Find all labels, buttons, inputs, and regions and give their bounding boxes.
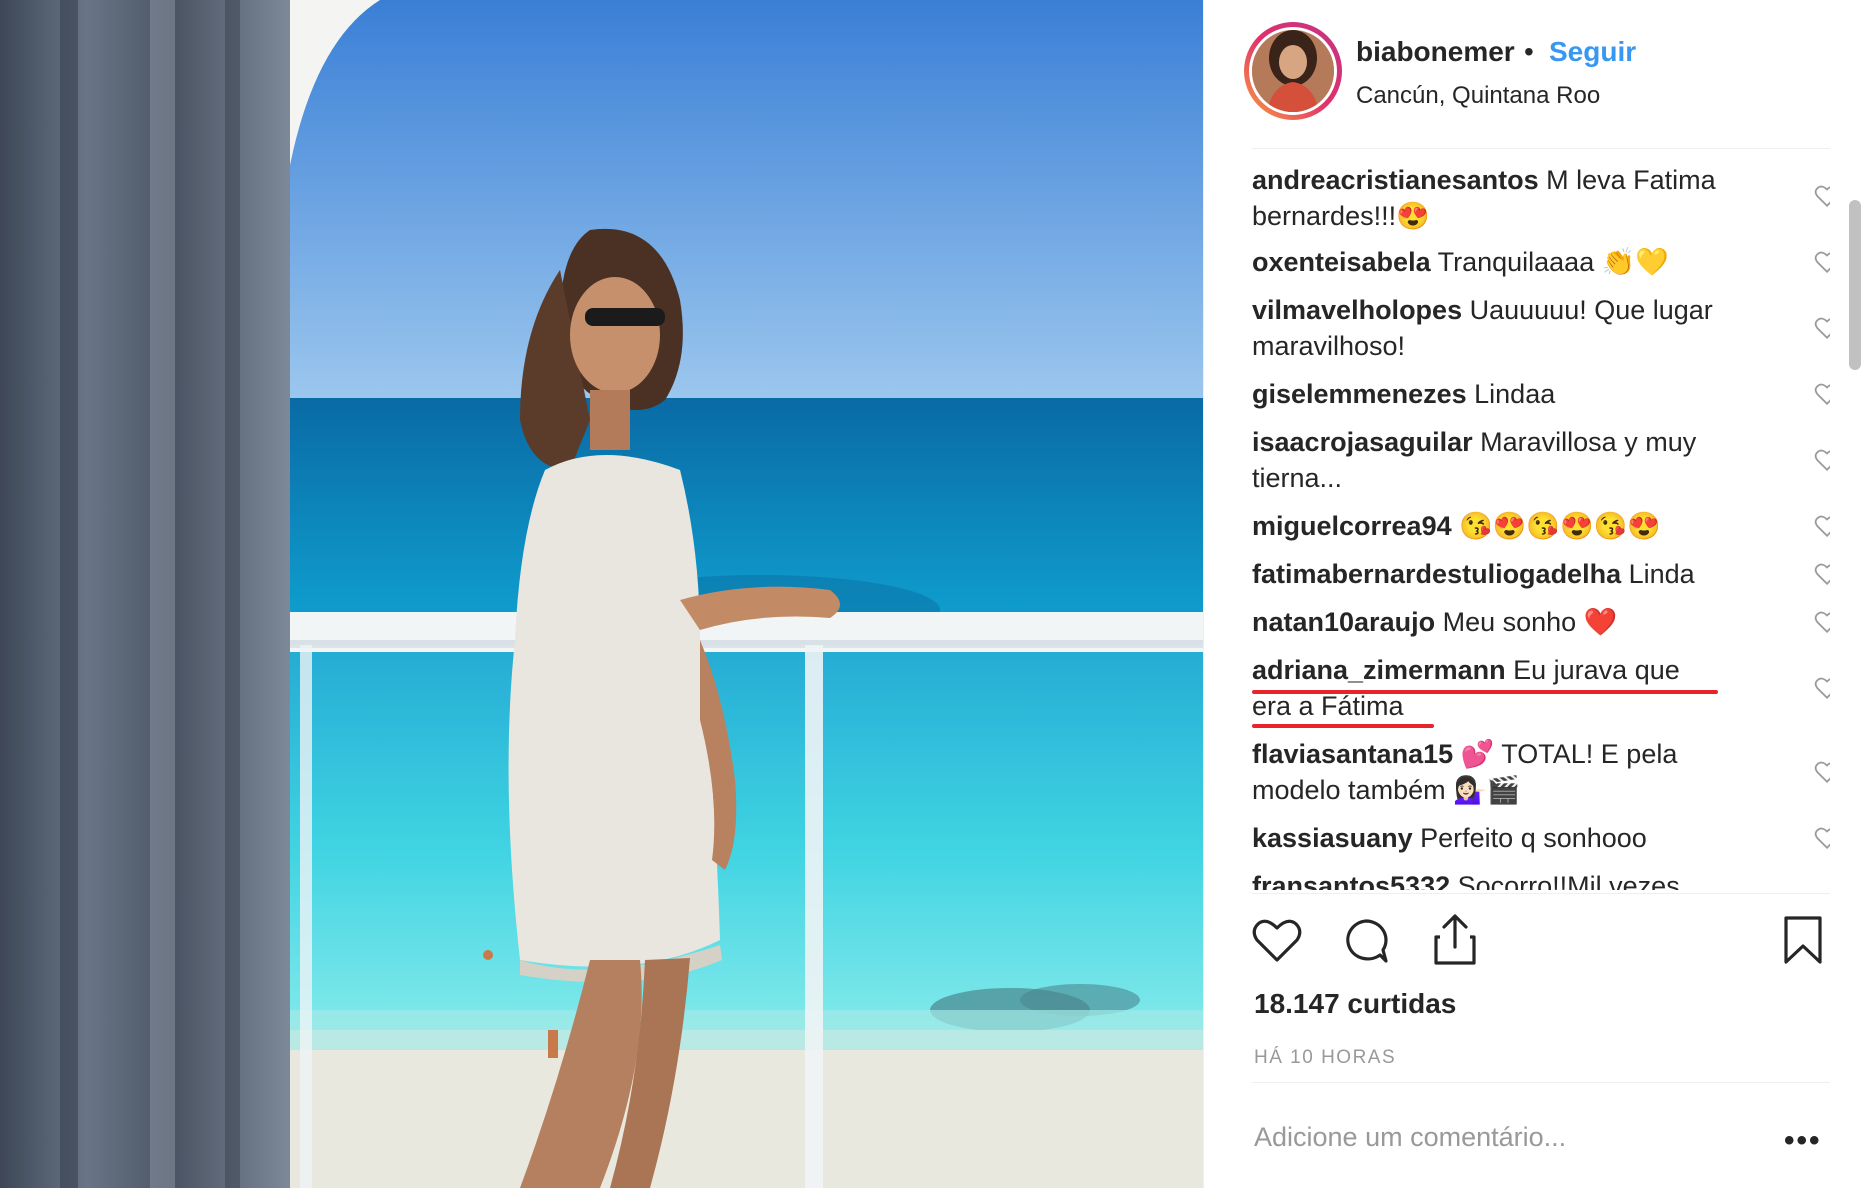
comment-username[interactable]: miguelcorrea94 xyxy=(1252,511,1452,541)
comment-text: Tranquilaaaa 👏💛 xyxy=(1437,247,1669,277)
comment-item: oxenteisabela Tranquilaaaa 👏💛 xyxy=(1252,244,1767,280)
comment-text: Meu sonho ❤️ xyxy=(1442,607,1618,637)
comment-input[interactable]: Adicione um comentário... xyxy=(1254,1122,1566,1153)
comment-text-continued: modelo também 💁🏻‍♀️🎬 xyxy=(1252,775,1521,805)
username-link[interactable]: biabonemer xyxy=(1356,36,1515,68)
comment-text: Socorro!!Mil vezes xyxy=(1457,871,1680,890)
comment-username[interactable]: adriana_zimermann xyxy=(1252,655,1506,685)
comment-text-continued: era a Fátima xyxy=(1252,691,1404,721)
comment-item-highlighted: adriana_zimermann Eu jurava que era a Fá… xyxy=(1252,652,1767,724)
comment-item: isaacrojasaguilar Maravillosa y muy tier… xyxy=(1252,424,1767,496)
beach-balcony-image xyxy=(0,0,1203,1188)
comment-username[interactable]: fatimabernardestuliogadelha xyxy=(1252,559,1621,589)
heart-icon[interactable] xyxy=(1814,562,1830,586)
comment-item: natan10araujo Meu sonho ❤️ xyxy=(1252,604,1767,640)
heart-icon[interactable] xyxy=(1814,826,1830,850)
heart-icon[interactable] xyxy=(1814,382,1830,406)
comment-item: vilmavelholopes Uauuuuu! Que lugar marav… xyxy=(1252,292,1767,364)
comment-username[interactable]: oxenteisabela xyxy=(1252,247,1431,277)
red-underline xyxy=(1252,690,1718,694)
likes-count[interactable]: 18.147 curtidas xyxy=(1254,988,1456,1020)
comment-text-continued: bernardes!!!😍 xyxy=(1252,201,1430,231)
comment-username[interactable]: vilmavelholopes xyxy=(1252,295,1462,325)
more-options-button[interactable]: ••• xyxy=(1784,1124,1822,1158)
action-bar xyxy=(1204,905,1876,975)
comment-text-continued: tierna... xyxy=(1252,463,1343,493)
comment-item: giselemmenezes Lindaa xyxy=(1252,376,1767,412)
post-photo[interactable] xyxy=(0,0,1203,1188)
header-divider xyxy=(1252,148,1830,149)
comment-text: Linda xyxy=(1628,559,1695,589)
red-underline xyxy=(1252,724,1434,728)
heart-icon[interactable] xyxy=(1814,760,1830,784)
comment-text: Maravillosa y muy xyxy=(1480,427,1697,457)
comment-icon[interactable] xyxy=(1342,917,1390,965)
comment-text: Eu jurava que xyxy=(1513,655,1680,685)
comment-divider xyxy=(1252,1082,1830,1083)
heart-icon[interactable] xyxy=(1814,448,1830,472)
comments-list[interactable]: andreacristianesantos M leva Fatima bern… xyxy=(1252,150,1830,890)
comment-text: M leva Fatima xyxy=(1546,165,1716,195)
heart-icon[interactable] xyxy=(1814,316,1830,340)
heart-icon[interactable] xyxy=(1814,184,1830,208)
heart-icon[interactable] xyxy=(1814,514,1830,538)
post-timestamp: HÁ 10 HORAS xyxy=(1254,1047,1397,1068)
heart-icon[interactable] xyxy=(1814,610,1830,634)
comment-text: Lindaa xyxy=(1474,379,1556,409)
comment-text-continued: maravilhoso! xyxy=(1252,331,1406,361)
avatar[interactable] xyxy=(1244,22,1342,120)
comment-username[interactable]: flaviasantana15 xyxy=(1252,739,1453,769)
comment-text: Uauuuuu! Que lugar xyxy=(1469,295,1713,325)
comment-username[interactable]: fransantos5332 xyxy=(1252,871,1450,890)
comment-username[interactable]: natan10araujo xyxy=(1252,607,1435,637)
comment-item: andreacristianesantos M leva Fatima bern… xyxy=(1252,162,1767,234)
comment-username[interactable]: andreacristianesantos xyxy=(1252,165,1539,195)
share-icon[interactable] xyxy=(1432,913,1478,967)
comment-text: 💕 TOTAL! E pela xyxy=(1460,739,1678,769)
comments-scrollbar[interactable] xyxy=(1849,200,1861,370)
avatar-photo xyxy=(1252,30,1334,112)
follow-button[interactable]: Seguir xyxy=(1549,36,1636,68)
heart-icon[interactable] xyxy=(1252,917,1302,963)
comment-text: Perfeito q sonhooo xyxy=(1420,823,1647,853)
comment-item: fatimabernardestuliogadelha Linda xyxy=(1252,556,1767,592)
comment-username[interactable]: giselemmenezes xyxy=(1252,379,1467,409)
comment-item: flaviasantana15 💕 TOTAL! E pela modelo t… xyxy=(1252,736,1767,808)
comment-text: 😘😍😘😍😘😍 xyxy=(1459,511,1661,541)
comment-username[interactable]: isaacrojasaguilar xyxy=(1252,427,1473,457)
comment-item: kassiasuany Perfeito q sonhooo xyxy=(1252,820,1767,856)
separator-dot: • xyxy=(1524,36,1534,67)
post-header: biabonemer • Seguir Cancún, Quintana Roo xyxy=(1204,0,1876,150)
bookmark-icon[interactable] xyxy=(1782,915,1824,965)
comment-item: fransantos5332 Socorro!!Mil vezes xyxy=(1252,868,1767,890)
comment-item: miguelcorrea94 😘😍😘😍😘😍 xyxy=(1252,508,1767,544)
actions-divider xyxy=(1252,893,1830,894)
location-link[interactable]: Cancún, Quintana Roo xyxy=(1356,82,1600,110)
post-sidebar: biabonemer • Seguir Cancún, Quintana Roo… xyxy=(1203,0,1876,1188)
heart-icon[interactable] xyxy=(1814,250,1830,274)
comment-username[interactable]: kassiasuany xyxy=(1252,823,1413,853)
heart-icon[interactable] xyxy=(1814,676,1830,700)
